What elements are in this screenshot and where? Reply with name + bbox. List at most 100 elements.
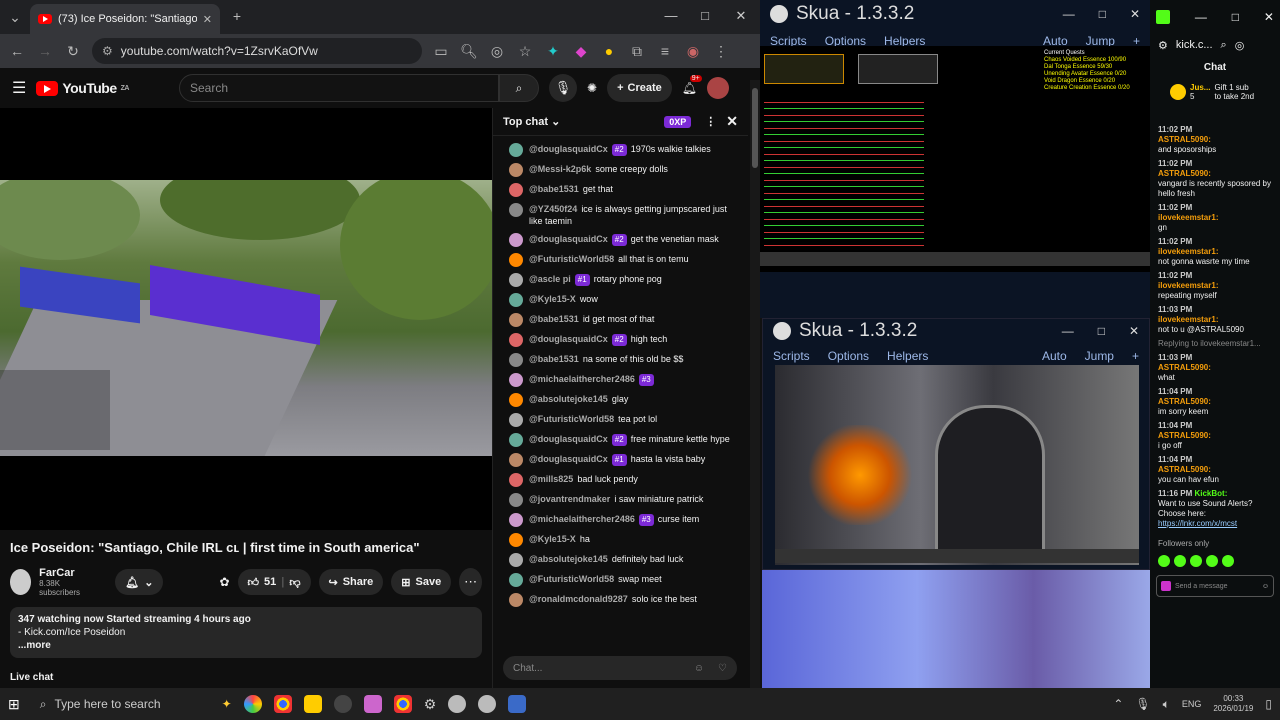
channel-avatar[interactable] xyxy=(10,569,32,595)
chat-username[interactable]: @douglasquaidCx xyxy=(529,334,608,344)
maximize-icon[interactable]: □ xyxy=(1098,324,1105,338)
clock[interactable]: 00:33 2026/01/19 xyxy=(1213,694,1253,714)
chat-avatar[interactable] xyxy=(509,353,523,367)
chat-username[interactable]: @Messi-k2p6k xyxy=(529,164,591,174)
zoom-icon[interactable]: ⌕ xyxy=(1221,39,1227,52)
close-window-icon[interactable]: ✕ xyxy=(726,8,756,24)
mic-icon[interactable]: 🎙︎ xyxy=(1135,697,1150,711)
chat-avatar[interactable] xyxy=(509,393,523,407)
chat-avatar[interactable] xyxy=(509,373,523,387)
voice-search-icon[interactable]: 🎙︎ xyxy=(549,74,577,102)
message-user[interactable]: ASTRAL5090: xyxy=(1158,397,1211,406)
maximize-icon[interactable]: □ xyxy=(690,8,720,23)
minimize-icon[interactable]: — xyxy=(1063,7,1075,21)
channel-name[interactable]: FarCar xyxy=(39,567,91,579)
chat-username[interactable]: @ascle pi xyxy=(529,274,571,284)
bookmark-star-icon[interactable]: ☆ xyxy=(516,43,534,60)
chat-username[interactable]: @douglasquaidCx xyxy=(529,144,608,154)
menu-helpers[interactable]: Helpers xyxy=(887,349,928,363)
extension-icon[interactable]: ✦ xyxy=(544,43,562,60)
chat-username[interactable]: @FuturisticWorld58 xyxy=(529,574,614,584)
emoji-icon[interactable]: ☺ xyxy=(1262,583,1269,590)
chat-input[interactable]: Chat... ☺ ♡ xyxy=(503,656,737,680)
message-user[interactable]: ASTRAL5090: xyxy=(1158,465,1211,474)
message-user[interactable]: ilovekeemstar1: xyxy=(1158,315,1218,324)
chat-avatar[interactable] xyxy=(509,143,523,157)
zoom-icon[interactable]: 🔍︎ xyxy=(460,43,478,60)
chat-avatar[interactable] xyxy=(509,433,523,447)
chat-username[interactable]: @babe1531 xyxy=(529,354,579,364)
message-user[interactable]: KickBot: xyxy=(1194,489,1227,498)
send-message-input[interactable]: Send a message ☺ xyxy=(1156,575,1274,597)
obs-icon[interactable] xyxy=(333,695,352,713)
extension-icon[interactable]: ✺ xyxy=(587,81,597,95)
close-window-icon[interactable]: ✕ xyxy=(1264,10,1274,24)
chrome-icon[interactable] xyxy=(273,695,292,713)
chat-username[interactable]: @Kyle15-X xyxy=(529,294,576,304)
chat-username[interactable]: @absolutejoke145 xyxy=(529,394,608,404)
windows-start-icon[interactable]: ⊞ xyxy=(8,696,20,713)
close-window-icon[interactable]: ✕ xyxy=(1129,324,1139,338)
chat-avatar[interactable] xyxy=(509,233,523,247)
chat-username[interactable]: @douglasquaidCx xyxy=(529,434,608,444)
sound-alerts-link[interactable]: https://lnkr.com/x/mcst xyxy=(1158,519,1272,529)
notifications-icon[interactable]: ▯ xyxy=(1265,697,1272,711)
message-user[interactable]: ASTRAL5090: xyxy=(1158,363,1211,372)
share-button[interactable]: ↪ Share xyxy=(318,569,384,595)
cast-icon[interactable]: ▭ xyxy=(432,43,450,60)
forward-icon[interactable]: → xyxy=(36,43,54,59)
maximize-icon[interactable]: □ xyxy=(1232,10,1239,24)
chat-username[interactable]: @babe1531 xyxy=(529,314,579,324)
chat-avatar[interactable] xyxy=(509,473,523,487)
action-bar[interactable] xyxy=(760,252,1150,266)
tracking-icon[interactable]: ◎ xyxy=(488,43,506,60)
chat-avatar[interactable] xyxy=(509,493,523,507)
chat-avatar[interactable] xyxy=(509,253,523,267)
copilot-icon[interactable] xyxy=(243,695,262,713)
minimize-icon[interactable]: — xyxy=(1195,10,1207,24)
chat-avatar[interactable] xyxy=(509,573,523,587)
search-input[interactable]: Search xyxy=(179,74,499,102)
kick-url[interactable]: kick.c... xyxy=(1176,39,1213,51)
chat-avatar[interactable] xyxy=(509,593,523,607)
message-user[interactable]: ASTRAL5090: xyxy=(1158,135,1211,144)
chat-username[interactable]: @FuturisticWorld58 xyxy=(529,254,614,264)
thumbs-down-icon[interactable]: 👎︎ xyxy=(289,576,300,589)
chat-menu-icon[interactable]: ⋮ xyxy=(705,115,716,128)
message-user[interactable]: ilovekeemstar1: xyxy=(1158,213,1218,222)
notifications-bell-icon[interactable]: 🔔︎ 9+ xyxy=(682,75,702,95)
snipping-icon[interactable] xyxy=(363,695,382,713)
taskbar-search[interactable]: ⌕ Type here to search ✦ xyxy=(32,692,232,716)
close-chat-icon[interactable]: ✕ xyxy=(726,113,738,130)
action-bar[interactable] xyxy=(775,549,1139,563)
chat-avatar[interactable] xyxy=(509,333,523,347)
maximize-icon[interactable]: □ xyxy=(1099,7,1106,21)
gift-icon[interactable]: ✿ xyxy=(219,575,229,589)
chat-avatar[interactable] xyxy=(509,413,523,427)
menu-jump[interactable]: Jump xyxy=(1085,349,1114,363)
page-scrollbar[interactable] xyxy=(750,80,760,688)
account-avatar[interactable] xyxy=(706,77,729,99)
menu-options[interactable]: Options xyxy=(828,349,869,363)
subscribed-bell-button[interactable]: 🔔︎ ⌄ xyxy=(115,569,164,595)
add-icon[interactable]: + xyxy=(1132,349,1139,363)
chat-avatar[interactable] xyxy=(509,533,523,547)
tracking-icon[interactable]: ◎ xyxy=(1235,39,1245,52)
close-window-icon[interactable]: ✕ xyxy=(1130,7,1140,21)
extension-icon[interactable]: ● xyxy=(600,43,618,59)
chat-avatar[interactable] xyxy=(509,163,523,177)
chat-username[interactable]: @mills825 xyxy=(529,474,573,484)
chat-avatar[interactable] xyxy=(509,293,523,307)
chat-username[interactable]: @FuturisticWorld58 xyxy=(529,414,614,424)
back-icon[interactable]: ← xyxy=(8,43,26,59)
tab-list-icon[interactable]: ⌄ xyxy=(6,9,24,26)
top-chat-dropdown[interactable]: Top chat ⌄ xyxy=(503,115,560,128)
chat-username[interactable]: @michaelaithercher2486 xyxy=(529,374,635,384)
profile-icon[interactable]: ◉ xyxy=(684,43,702,60)
more-actions-icon[interactable]: ⋯ xyxy=(459,568,482,596)
description-box[interactable]: 347 watching now Started streaming 4 hou… xyxy=(10,607,482,658)
chat-username[interactable]: @ronaldmcdonald9287 xyxy=(529,594,628,604)
emote-icon[interactable] xyxy=(1190,555,1202,567)
chat-username[interactable]: @douglasquaidCx xyxy=(529,234,608,244)
message-user[interactable]: ilovekeemstar1: xyxy=(1158,281,1218,290)
